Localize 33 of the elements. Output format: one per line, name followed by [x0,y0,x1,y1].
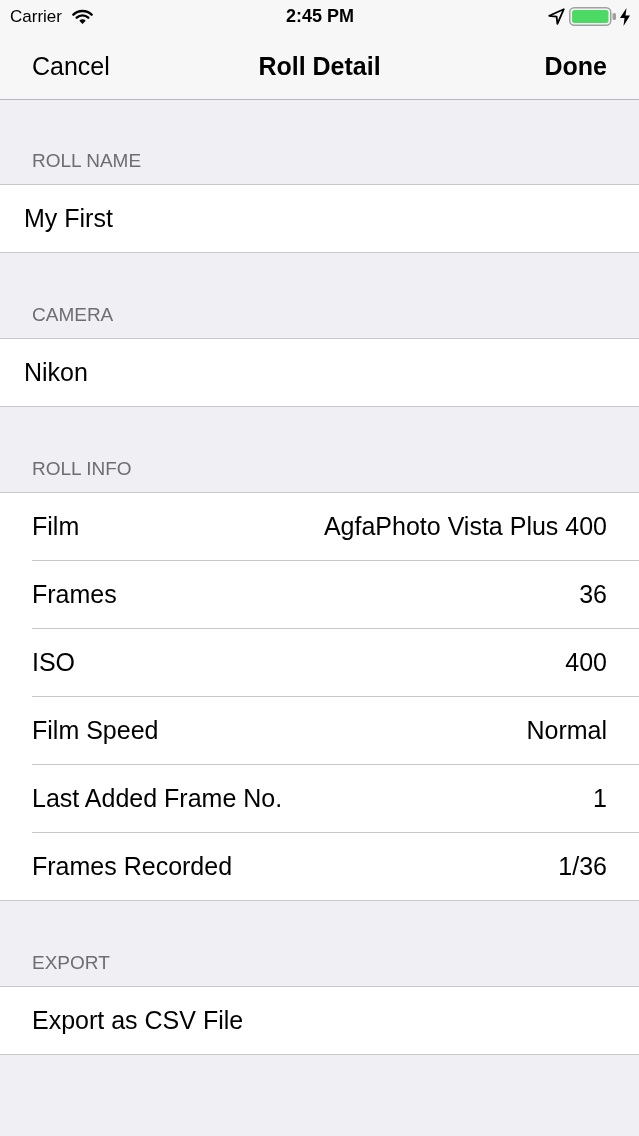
list-row[interactable]: Frames Recorded 1/36 [0,833,639,900]
done-button[interactable]: Done [544,51,607,81]
text-field[interactable]: My First [0,185,639,252]
wifi-icon [71,9,93,24]
row-value: Normal [526,716,607,745]
list-row[interactable]: ISO 400 [0,629,639,697]
battery-icon [569,7,616,26]
list-row[interactable]: Film AgfaPhoto Vista Plus 400 [0,493,639,561]
row-label: Frames Recorded [32,852,233,881]
cancel-button[interactable]: Cancel [32,51,110,81]
section-header: ROLL INFO [32,458,132,480]
section-header: ROLL NAME [32,150,142,172]
section-header: EXPORT [32,952,110,974]
row-label: Film [32,512,80,541]
navigation-title: Roll Detail [258,51,381,81]
row-label: Frames [32,580,117,609]
list-row[interactable]: Film Speed Normal [0,697,639,765]
row-value: 36 [579,580,607,609]
status-time: 2:45 PM [286,6,354,27]
row-value: 1/36 [558,852,607,881]
list-row[interactable]: Frames 36 [0,561,639,629]
row-value: 1 [593,784,607,813]
row-label: Film Speed [32,716,159,745]
location-arrow-icon [548,8,565,25]
row-value: AgfaPhoto Vista Plus 400 [323,512,607,541]
list-row[interactable]: Last Added Frame No. 1 [0,765,639,833]
section-header: CAMERA [32,304,114,326]
carrier-label: Carrier [10,6,62,27]
row-label: Last Added Frame No. [32,784,283,813]
row-value: 400 [565,648,607,677]
row-label: ISO [32,648,76,677]
text-field[interactable]: Nikon [0,339,639,406]
export-button[interactable]: Export as CSV File [0,987,639,1054]
